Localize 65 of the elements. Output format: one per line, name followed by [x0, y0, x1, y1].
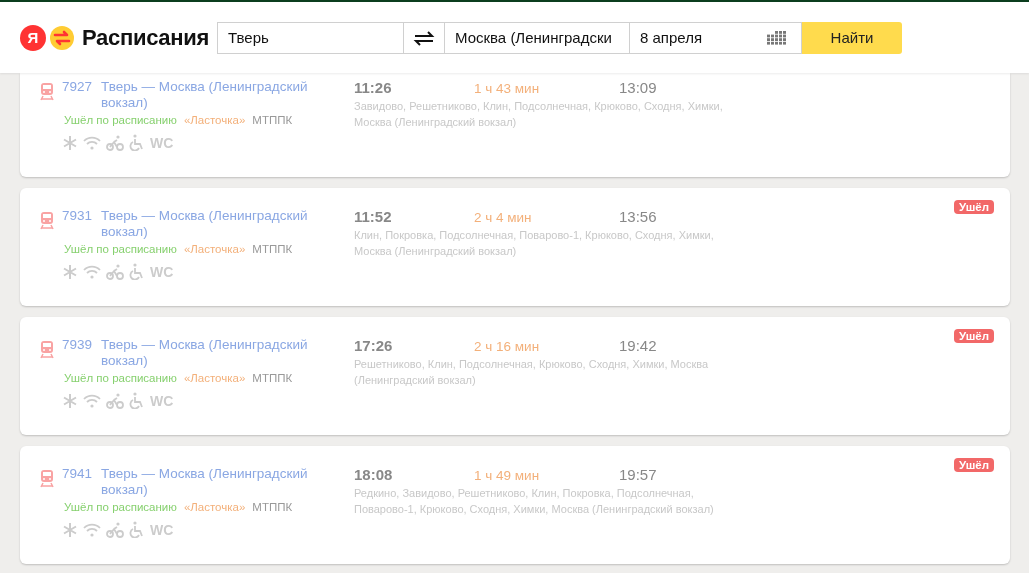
bicycle-icon — [106, 521, 124, 538]
snowflake-icon — [62, 392, 78, 409]
brand-name[interactable]: Расписания — [82, 24, 210, 51]
duration-text: 2 ч 16 мин — [474, 339, 541, 354]
wheelchair-icon — [129, 263, 145, 280]
train-number[interactable]: 7927 — [62, 79, 93, 111]
train-icon — [40, 339, 54, 359]
snowflake-icon — [62, 134, 78, 151]
status-text: Ушёл по расписанию — [64, 501, 177, 513]
train-type: «Ласточка» — [183, 243, 246, 255]
departed-badge: Ушёл — [954, 200, 994, 214]
wheelchair-icon — [129, 134, 145, 151]
duration-text: 2 ч 4 мин — [474, 210, 533, 225]
train-type: «Ласточка» — [183, 372, 246, 384]
bicycle-icon — [106, 134, 124, 151]
carrier-name: МТППК — [252, 114, 293, 126]
carrier-name: МТППК — [252, 372, 293, 384]
status-text: Ушёл по расписанию — [64, 114, 177, 126]
wifi-icon — [83, 393, 101, 408]
arrival-time: 19:42 — [619, 337, 657, 354]
swap-button[interactable] — [404, 21, 444, 54]
train-type: «Ласточка» — [183, 114, 246, 126]
bicycle-icon — [106, 263, 124, 280]
snowflake-icon — [62, 263, 78, 280]
duration-text: 1 ч 49 мин — [474, 468, 541, 483]
train-icon — [40, 468, 54, 488]
wifi-icon — [83, 522, 101, 537]
snowflake-icon — [62, 521, 78, 538]
route-link[interactable]: Тверь — Москва (Ленинградский вокзал) — [101, 466, 334, 498]
arrival-time: 13:56 — [619, 208, 657, 225]
departure-time: 11:52 — [354, 208, 393, 225]
from-field[interactable]: Тверь — [217, 21, 404, 54]
train-type: «Ласточка» — [183, 501, 246, 513]
calendar-icon[interactable] — [767, 30, 787, 45]
arrival-time: 19:57 — [619, 466, 657, 483]
train-icon — [40, 210, 54, 230]
wifi-icon — [83, 135, 101, 150]
arrows-logo-icon[interactable] — [49, 24, 75, 51]
status-text: Ушёл по расписанию — [64, 243, 177, 255]
route-link[interactable]: Тверь — Москва (Ленинградский вокзал) — [101, 79, 334, 111]
wheelchair-icon — [129, 392, 145, 409]
departed-badge: Ушёл — [954, 458, 994, 472]
search-button[interactable]: Найти — [802, 21, 902, 54]
departure-time: 17:26 — [354, 337, 394, 354]
swap-arrows-icon[interactable] — [412, 29, 436, 46]
route-link[interactable]: Тверь — Москва (Ленинградский вокзал) — [101, 337, 334, 369]
carrier-name: МТППК — [252, 501, 293, 513]
logo-letter[interactable]: Я — [20, 24, 46, 51]
carrier-name: МТППК — [252, 243, 293, 255]
departure-time: 11:26 — [354, 79, 393, 96]
train-number[interactable]: 7941 — [62, 466, 93, 498]
bicycle-icon — [106, 392, 124, 409]
arrival-time: 13:09 — [619, 79, 657, 96]
wifi-icon — [83, 264, 101, 279]
train-number[interactable]: 7939 — [62, 337, 93, 369]
duration-text: 1 ч 43 мин — [474, 81, 541, 96]
to-field[interactable]: Москва (Ленинградски — [444, 21, 630, 54]
train-number[interactable]: 7931 — [62, 208, 93, 240]
train-icon — [40, 81, 54, 101]
departed-badge: Ушёл — [954, 329, 994, 343]
departure-time: 18:08 — [354, 466, 394, 483]
status-text: Ушёл по расписанию — [64, 372, 177, 384]
wheelchair-icon — [129, 521, 145, 538]
date-field[interactable]: 8 апреля — [630, 21, 802, 54]
route-link[interactable]: Тверь — Москва (Ленинградский вокзал) — [101, 208, 334, 240]
